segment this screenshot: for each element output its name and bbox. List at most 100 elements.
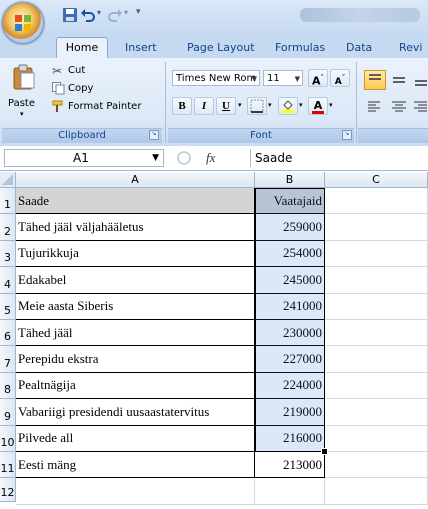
table-cell[interactable]: 245000: [255, 267, 325, 294]
format-painter-icon: [52, 100, 63, 112]
tab-insert[interactable]: Insert: [125, 38, 157, 58]
clipboard-launcher-icon[interactable]: ↘: [149, 130, 159, 140]
align-right-button[interactable]: [412, 99, 428, 115]
table-cell[interactable]: Tähed jääl väljahääletus: [16, 214, 255, 241]
table-cell[interactable]: Pilvede all: [16, 425, 255, 452]
table-cell[interactable]: 259000: [255, 214, 325, 241]
underline-dropdown-icon[interactable]: ▾: [238, 101, 242, 109]
table-cell[interactable]: Perepidu ekstra: [16, 346, 255, 373]
row-header-3[interactable]: 3: [0, 240, 16, 268]
undo-dropdown-icon[interactable]: ▾: [97, 8, 101, 17]
table-cell[interactable]: Pealtnägija: [16, 372, 255, 400]
fill-handle[interactable]: [321, 448, 328, 455]
borders-dropdown-icon[interactable]: ▾: [268, 101, 272, 109]
row-header-11[interactable]: 11: [0, 452, 16, 479]
tab-home[interactable]: Home: [56, 37, 108, 60]
row-header-12[interactable]: 12: [0, 478, 16, 503]
font-size-combo[interactable]: 11 ▼: [263, 70, 303, 86]
column-header-b[interactable]: B: [255, 172, 325, 188]
align-left-icon: [368, 101, 380, 112]
table-cell[interactable]: [325, 399, 428, 426]
group-divider: [165, 62, 166, 142]
table-cell[interactable]: 241000: [255, 293, 325, 320]
header-cell[interactable]: [325, 188, 428, 215]
table-cell[interactable]: [325, 346, 428, 373]
tab-review[interactable]: Revi: [399, 38, 422, 58]
borders-button[interactable]: [247, 97, 267, 115]
font-name-combo[interactable]: Times New Rom ▼: [172, 70, 260, 86]
table-cell[interactable]: [325, 293, 428, 320]
underline-button[interactable]: U: [216, 97, 236, 115]
row-header-9[interactable]: 9: [0, 399, 16, 426]
cut-button[interactable]: ✂ Cut: [52, 64, 112, 78]
grow-font-button[interactable]: Aˆ: [308, 69, 328, 88]
table-cell[interactable]: [325, 478, 428, 505]
align-bottom-button[interactable]: [412, 72, 428, 88]
chevron-down-icon[interactable]: ▼: [152, 150, 159, 166]
table-cell[interactable]: [325, 372, 428, 400]
column-header-a[interactable]: A: [16, 172, 255, 188]
customize-qat-icon[interactable]: ▾: [136, 7, 141, 17]
undo-icon[interactable]: [80, 7, 96, 23]
row-header-5[interactable]: 5: [0, 293, 16, 320]
align-middle-button[interactable]: [390, 72, 408, 88]
font-launcher-icon[interactable]: ↘: [342, 130, 352, 140]
table-cell[interactable]: 213000: [255, 452, 325, 479]
office-button[interactable]: [2, 2, 44, 44]
table-cell[interactable]: 227000: [255, 346, 325, 373]
table-cell[interactable]: Tähed jääl: [16, 320, 255, 347]
row-header-2[interactable]: 2: [0, 214, 16, 241]
column-header-c[interactable]: C: [325, 172, 428, 188]
fill-color-dropdown-icon[interactable]: ▾: [299, 101, 303, 109]
paste-button[interactable]: Paste ▾: [6, 62, 42, 124]
table-cell[interactable]: Meie aasta Siberis: [16, 293, 255, 320]
redo-icon[interactable]: [107, 7, 123, 23]
header-cell[interactable]: Vaatajaid: [255, 188, 325, 215]
table-cell[interactable]: [325, 267, 428, 294]
row-header-6[interactable]: 6: [0, 320, 16, 347]
row-header-4[interactable]: 4: [0, 267, 16, 294]
row-header-10[interactable]: 10: [0, 425, 16, 452]
table-cell[interactable]: [16, 478, 255, 505]
table-cell[interactable]: 219000: [255, 399, 325, 426]
row-header-7[interactable]: 7: [0, 346, 16, 373]
table-cell[interactable]: [255, 478, 325, 505]
header-cell[interactable]: Saade: [16, 188, 255, 215]
select-all-corner[interactable]: [0, 172, 16, 188]
save-icon[interactable]: [62, 7, 78, 23]
bold-button[interactable]: B: [172, 97, 192, 115]
table-cell[interactable]: 230000: [255, 320, 325, 347]
align-top-button[interactable]: [364, 70, 386, 90]
copy-button[interactable]: Copy: [52, 82, 112, 96]
fill-color-button[interactable]: [278, 97, 298, 115]
font-color-dropdown-icon[interactable]: ▾: [329, 101, 333, 109]
shrink-font-button[interactable]: Aˇ: [330, 69, 350, 87]
row-header-8[interactable]: 8: [0, 372, 16, 400]
table-cell[interactable]: [325, 214, 428, 241]
redo-dropdown-icon[interactable]: ▾: [124, 8, 128, 17]
tab-data[interactable]: Data: [346, 38, 372, 58]
tab-formulas[interactable]: Formulas: [275, 38, 325, 58]
align-center-icon: [392, 101, 406, 112]
row-header-1[interactable]: 1: [0, 188, 16, 215]
table-cell[interactable]: Tujurikkuja: [16, 240, 255, 268]
table-cell[interactable]: [325, 240, 428, 268]
align-left-button[interactable]: [366, 99, 384, 115]
table-cell[interactable]: [325, 452, 428, 479]
table-cell[interactable]: 224000: [255, 372, 325, 400]
formula-input[interactable]: Saade: [250, 149, 428, 167]
table-cell[interactable]: 254000: [255, 240, 325, 268]
italic-button[interactable]: I: [194, 97, 214, 115]
table-cell[interactable]: 216000: [255, 425, 325, 452]
table-cell[interactable]: Edakabel: [16, 267, 255, 294]
table-cell[interactable]: Eesti mäng: [16, 452, 255, 479]
font-color-button[interactable]: A: [308, 97, 328, 115]
tab-page-layout[interactable]: Page Layout: [187, 38, 255, 58]
insert-function-icon[interactable]: fx: [206, 150, 215, 166]
align-center-button[interactable]: [390, 99, 408, 115]
table-cell[interactable]: [325, 425, 428, 452]
table-cell[interactable]: Vabariigi presidendi uusaastatervitus: [16, 399, 255, 426]
table-cell[interactable]: [325, 320, 428, 347]
format-painter-button[interactable]: Format Painter: [52, 100, 162, 114]
name-box[interactable]: A1 ▼: [4, 149, 164, 167]
